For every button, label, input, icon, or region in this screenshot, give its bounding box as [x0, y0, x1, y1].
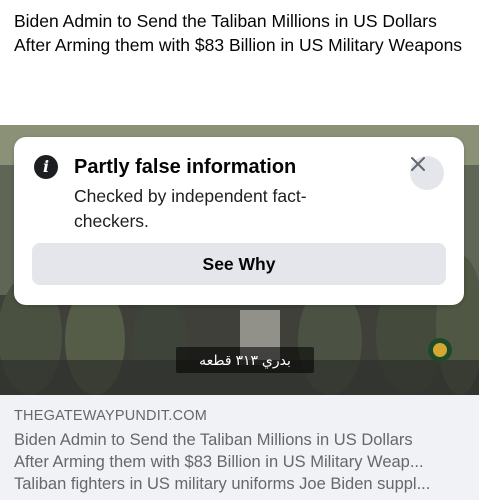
- info-icon: i: [34, 155, 58, 179]
- post-image[interactable]: بدري ٣١٣ قطعه i Partly false information…: [0, 125, 479, 395]
- link-title-line1: Biden Admin to Send the Taliban Millions…: [14, 431, 413, 449]
- close-button[interactable]: [410, 156, 444, 190]
- warning-title: Partly false information: [74, 156, 297, 178]
- see-why-button[interactable]: See Why: [32, 243, 446, 285]
- link-description: Taliban fighters in US military uniforms…: [14, 475, 431, 493]
- video-caption: بدري ٣١٣ قطعه: [176, 347, 314, 373]
- fact-check-warning: i Partly false information Checked by in…: [14, 137, 464, 305]
- warning-subtitle: Checked by independent fact-checkers.: [74, 186, 307, 231]
- link-title-line2: After Arming them with $83 Billion in US…: [14, 453, 424, 471]
- link-domain: THEGATEWAYPUNDIT.COM: [14, 408, 208, 424]
- link-preview[interactable]: THEGATEWAYPUNDIT.COM Biden Admin to Send…: [0, 395, 479, 500]
- post-text: Biden Admin to Send the Taliban Millions…: [14, 11, 463, 55]
- close-icon: [411, 157, 425, 171]
